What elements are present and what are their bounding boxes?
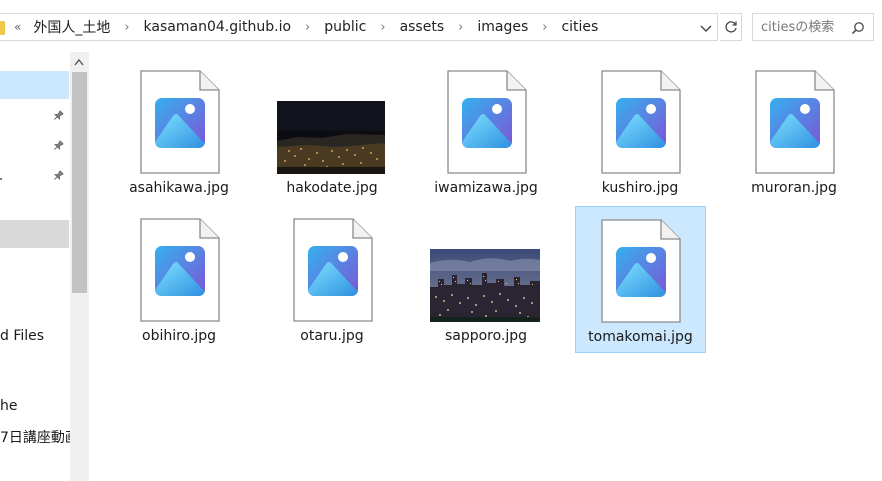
nav-item-label[interactable]: he (0, 398, 18, 414)
pin-icon[interactable] (50, 168, 67, 185)
image-file-icon (293, 218, 373, 322)
file-name: muroran.jpg (751, 180, 837, 196)
nav-item-label[interactable]: d Files (0, 328, 44, 344)
breadcrumb-overflow-icon[interactable]: « (14, 20, 21, 34)
file-item[interactable]: kushiro.jpg (575, 57, 705, 203)
file-name: asahikawa.jpg (129, 180, 229, 196)
breadcrumb-item[interactable]: public (322, 19, 368, 35)
chevron-right-icon[interactable]: › (458, 20, 463, 35)
breadcrumb-item[interactable]: kasaman04.github.io (142, 19, 293, 35)
image-file-icon (601, 219, 681, 323)
file-name: iwamizawa.jpg (434, 180, 538, 196)
breadcrumb-item[interactable]: images (475, 19, 530, 35)
file-name: tomakomai.jpg (588, 329, 693, 345)
image-file-icon (447, 70, 527, 174)
file-item[interactable]: iwamizawa.jpg (421, 57, 551, 203)
file-name: otaru.jpg (300, 328, 364, 344)
file-item[interactable]: obihiro.jpg (114, 205, 244, 351)
pin-icon[interactable] (50, 138, 67, 155)
file-item[interactable]: asahikawa.jpg (114, 57, 244, 203)
file-item[interactable]: sapporo.jpg (421, 205, 551, 351)
nav-item-selected[interactable] (0, 71, 69, 99)
file-name: obihiro.jpg (142, 328, 216, 344)
chevron-down-icon[interactable] (700, 23, 712, 35)
image-file-icon (140, 70, 220, 174)
file-name: hakodate.jpg (286, 180, 378, 196)
chevron-right-icon[interactable]: › (305, 20, 310, 35)
address-bar[interactable]: « 外国人_土地 › kasaman04.github.io › public … (0, 13, 718, 41)
image-file-icon (140, 218, 220, 322)
folder-icon (0, 21, 5, 35)
file-item[interactable]: muroran.jpg (729, 57, 859, 203)
photo-thumbnail (277, 101, 385, 174)
file-name: kushiro.jpg (601, 180, 679, 196)
nav-item-label[interactable]: 7日講座動画 (0, 427, 70, 447)
nav-scrollbar[interactable] (70, 52, 89, 481)
nav-item-hovered[interactable] (0, 220, 69, 248)
scrollbar-thumb[interactable] (72, 72, 87, 293)
navigation-pane: d Files he 7日講座動画 (0, 52, 70, 481)
address-toolbar: « 外国人_土地 › kasaman04.github.io › public … (0, 0, 882, 52)
image-file-icon (755, 70, 835, 174)
chevron-right-icon[interactable]: › (124, 20, 129, 35)
pin-icon[interactable] (50, 108, 67, 125)
breadcrumb: « 外国人_土地 › kasaman04.github.io › public … (14, 14, 600, 40)
file-item-selected[interactable]: tomakomai.jpg (575, 206, 706, 353)
scroll-up-icon[interactable] (74, 58, 84, 66)
breadcrumb-item[interactable]: 外国人_土地 (31, 17, 112, 37)
file-item[interactable]: otaru.jpg (267, 205, 397, 351)
refresh-icon (724, 21, 737, 33)
breadcrumb-item-current[interactable]: cities (559, 19, 600, 35)
chevron-right-icon[interactable]: › (380, 20, 385, 35)
chevron-right-icon[interactable]: › (542, 20, 547, 35)
file-item[interactable]: hakodate.jpg (267, 57, 397, 203)
image-file-icon (601, 70, 681, 174)
search-input[interactable] (761, 18, 845, 36)
refresh-button[interactable] (720, 13, 742, 41)
breadcrumb-item[interactable]: assets (398, 19, 447, 35)
file-name: sapporo.jpg (444, 328, 528, 344)
photo-thumbnail (430, 249, 540, 322)
nav-item-marker (0, 178, 2, 180)
search-box[interactable] (752, 13, 874, 41)
search-icon[interactable] (851, 21, 865, 35)
